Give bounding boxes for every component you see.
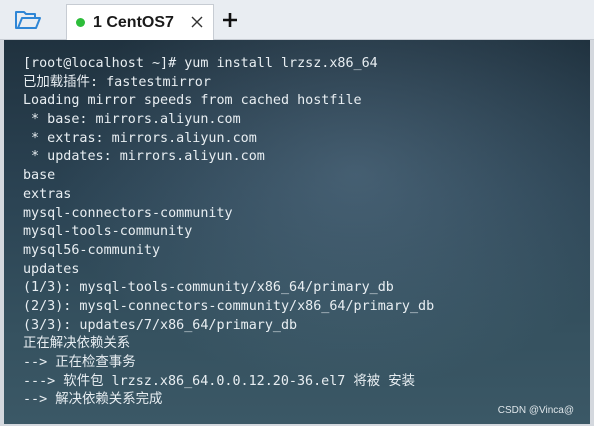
terminal-line: (3/3): updates/7/x86_64/primary_db bbox=[23, 317, 298, 333]
terminal-line: 正在解决依赖关系 bbox=[23, 336, 131, 352]
open-session-button[interactable] bbox=[10, 6, 46, 34]
terminal-line: [root@localhost ~]# yum install lrzsz.x8… bbox=[23, 56, 378, 71]
tab-bar: 1 CentOS7 bbox=[0, 0, 594, 40]
terminal-line: updates bbox=[23, 261, 80, 277]
tab-centos7[interactable]: 1 CentOS7 bbox=[66, 4, 214, 40]
terminal-line: --> 正在检查事务 bbox=[23, 355, 136, 370]
plus-icon bbox=[223, 13, 237, 27]
terminal-line: Loading mirror speeds from cached hostfi… bbox=[23, 93, 362, 109]
terminal-line: (1/3): mysql-tools-community/x86_64/prim… bbox=[23, 280, 394, 296]
terminal-line: mysql-tools-community bbox=[23, 224, 193, 240]
terminal-line: --> 解决依赖关系完成 bbox=[23, 392, 163, 408]
terminal-text: [root@localhost ~]# yum install lrzsz.x8… bbox=[23, 55, 434, 410]
tab-close-button[interactable] bbox=[189, 14, 205, 30]
close-icon bbox=[191, 16, 203, 28]
terminal-output[interactable]: [root@localhost ~]# yum install lrzsz.x8… bbox=[0, 40, 594, 426]
tab-label: 1 CentOS7 bbox=[93, 13, 174, 31]
new-tab-button[interactable] bbox=[218, 8, 242, 32]
watermark: CSDN @Vinca@ bbox=[497, 405, 574, 416]
terminal-line: extras bbox=[23, 186, 72, 202]
folder-open-icon bbox=[15, 11, 41, 29]
terminal-line: (2/3): mysql-connectors-community/x86_64… bbox=[23, 298, 435, 314]
terminal-line: ---> 软件包 lrzsz.x86_64.0.0.12.20-36.el7 将… bbox=[23, 373, 416, 389]
terminal-line: 已加载插件: fastestmirror bbox=[23, 74, 211, 90]
terminal-line: * updates: mirrors.aliyun.com bbox=[23, 149, 265, 165]
terminal-line: * extras: mirrors.aliyun.com bbox=[23, 130, 257, 146]
terminal-line: mysql-connectors-community bbox=[23, 205, 233, 221]
terminal-line: base bbox=[23, 168, 56, 184]
terminal-line: mysql56-community bbox=[23, 242, 161, 258]
connection-status-dot bbox=[76, 18, 85, 27]
terminal-line: * base: mirrors.aliyun.com bbox=[23, 112, 241, 128]
terminal-app-window: 1 CentOS7 [root@localhost ~]# yum instal… bbox=[0, 0, 594, 426]
